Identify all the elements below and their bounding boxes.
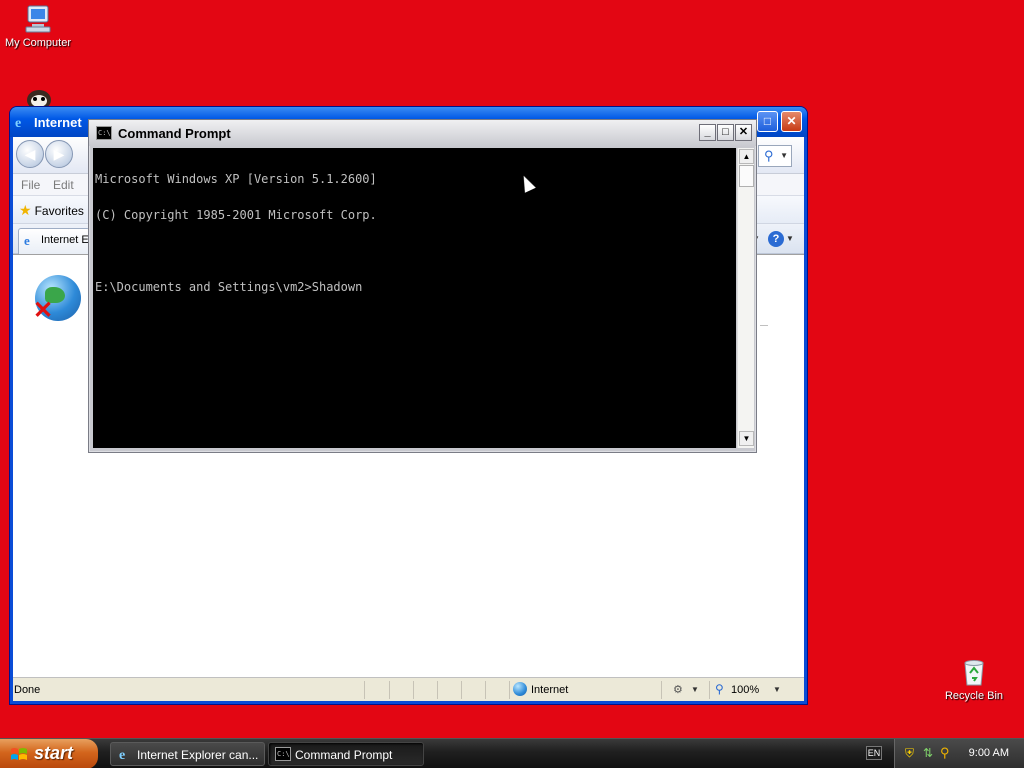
svg-text:e: e [119, 748, 125, 761]
maximize-button[interactable]: □ [757, 111, 778, 132]
clock[interactable]: 9:00 AM [969, 747, 1009, 759]
minimize-button[interactable]: _ [699, 124, 716, 141]
ie-icon: e [23, 233, 37, 248]
favorites-button[interactable]: ★ Favorites [19, 202, 84, 219]
close-button[interactable]: ✕ [781, 111, 802, 132]
star-icon: ★ [19, 202, 32, 218]
security-zone: Internet [531, 684, 569, 696]
zoom-level[interactable]: 100% [731, 684, 759, 696]
status-text: Done [14, 684, 41, 696]
desktop-icon-label: My Computer [4, 37, 72, 49]
security-shield-icon[interactable]: ⛨ [905, 746, 914, 761]
ie-icon: e [14, 114, 30, 131]
cmd-icon: C:\ [275, 747, 291, 761]
search-icon[interactable]: ⚲ [940, 745, 950, 761]
menu-file[interactable]: File [21, 178, 40, 192]
windows-logo-icon [10, 746, 28, 762]
chevron-down-icon: ▼ [780, 151, 788, 160]
network-icon[interactable]: ⇅ [923, 746, 933, 760]
desktop-icon-label: Recycle Bin [944, 690, 1004, 702]
zoom-icon: ⚲ [715, 682, 724, 696]
taskbar: start e Internet Explorer can... C:\ Com… [0, 738, 1024, 768]
search-button[interactable]: ⚲ ▼ [758, 145, 792, 167]
scroll-up-button[interactable]: ▲ [739, 149, 754, 164]
help-icon: ? [768, 231, 784, 247]
taskbar-button-cmd[interactable]: C:\ Command Prompt [268, 742, 424, 766]
ie-status-bar: Done Internet ⚙ ▼ ⚲ 100% ▼ [13, 677, 804, 701]
start-button[interactable]: start [0, 739, 98, 768]
start-label: start [34, 743, 74, 763]
chevron-down-icon[interactable]: ▼ [773, 685, 781, 694]
forward-button[interactable]: ▶ [45, 140, 73, 168]
chevron-down-icon: ▼ [786, 234, 794, 243]
my-computer-icon [22, 3, 54, 35]
divider [760, 325, 768, 326]
console-line: (C) Copyright 1985-2001 Microsoft Corp. [95, 208, 377, 222]
cmd-window-title: Command Prompt [118, 126, 231, 141]
cmd-window: C:\ Command Prompt _ □ ✕ Microsoft Windo… [88, 119, 757, 453]
close-button[interactable]: ✕ [735, 124, 752, 141]
error-globe-icon: ✕ [33, 275, 81, 323]
svg-text:e: e [24, 233, 30, 247]
cmd-titlebar[interactable]: C:\ Command Prompt _ □ ✕ [89, 120, 756, 146]
ie-icon: e [117, 747, 133, 763]
desktop-icon-my-computer[interactable]: My Computer [0, 3, 78, 49]
taskbar-button-label: Internet Explorer can... [137, 748, 259, 762]
desktop-icon-recycle-bin[interactable]: Recycle Bin [934, 656, 1014, 702]
chevron-down-icon[interactable]: ▼ [691, 685, 699, 694]
svg-text:e: e [15, 116, 21, 130]
scroll-down-button[interactable]: ▼ [739, 431, 754, 446]
search-icon: ⚲ [764, 148, 774, 163]
language-indicator[interactable]: EN [866, 746, 882, 760]
recycle-bin-icon [958, 656, 990, 688]
cmd-icon: C:\ [96, 126, 112, 140]
vertical-scrollbar[interactable]: ▲ ▼ [737, 148, 754, 448]
taskbar-button-label: Command Prompt [295, 748, 393, 762]
tab-label: Internet E [41, 234, 89, 246]
tab-internet-explorer[interactable]: e Internet E [18, 228, 90, 254]
taskbar-button-ie[interactable]: e Internet Explorer can... [110, 742, 265, 766]
console-line: Microsoft Windows XP [Version 5.1.2600] [95, 172, 377, 186]
console-prompt-line: E:\Documents and Settings\vm2>Shadown [95, 280, 363, 294]
protected-mode-icon[interactable]: ⚙ [673, 683, 683, 696]
favorites-label: Favorites [34, 204, 84, 218]
system-tray: ⛨ ⇅ ⚲ 9:00 AM [894, 739, 1024, 768]
scroll-thumb[interactable] [739, 165, 754, 187]
desktop-shortcut-icon[interactable] [22, 86, 56, 110]
ie-window-title: Internet [34, 115, 82, 130]
back-button[interactable]: ◀ [16, 140, 44, 168]
console-output[interactable]: Microsoft Windows XP [Version 5.1.2600] … [93, 148, 736, 448]
globe-icon [513, 682, 527, 696]
menu-edit[interactable]: Edit [53, 178, 74, 192]
help-button[interactable]: ▼ ? ▼ [752, 231, 794, 249]
maximize-button[interactable]: □ [717, 124, 734, 141]
